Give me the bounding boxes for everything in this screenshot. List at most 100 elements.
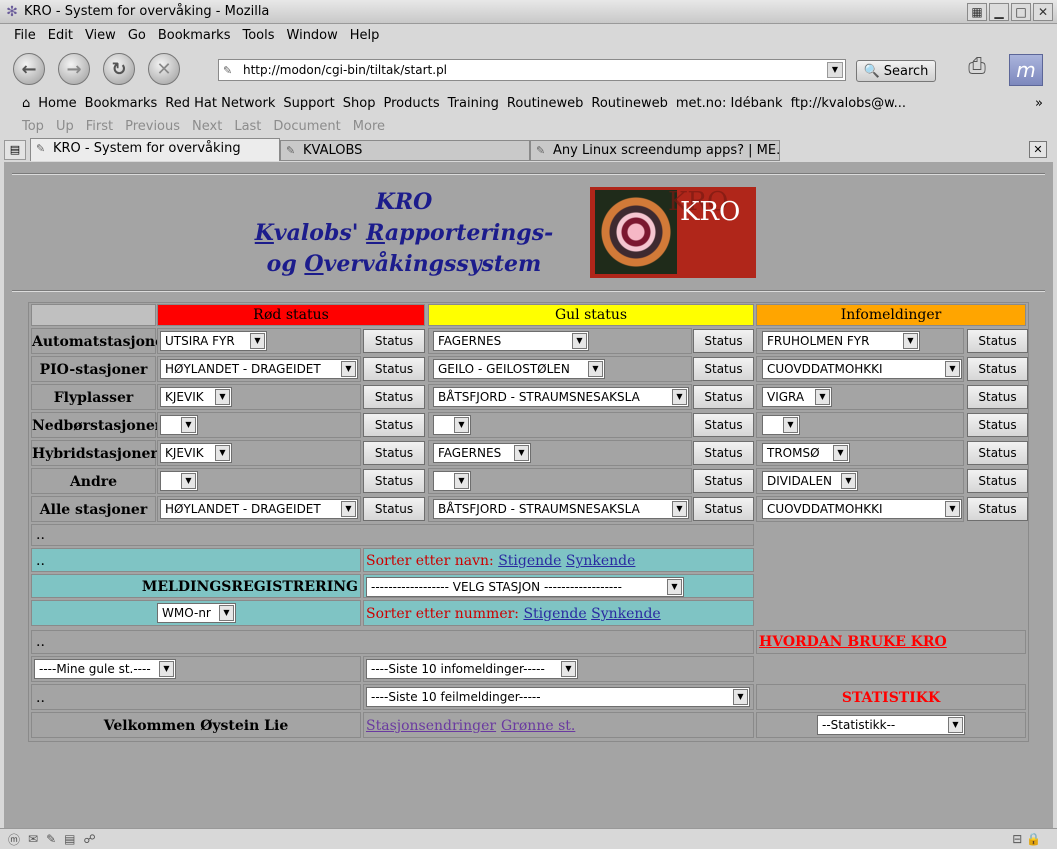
irc-icon[interactable]: ☍: [83, 832, 95, 846]
addressbook-icon[interactable]: ▤: [64, 832, 75, 846]
info-station-select[interactable]: DIVIDALEN ▼: [762, 471, 858, 491]
shade-icon[interactable]: ▦: [967, 3, 987, 21]
menu-help[interactable]: Help: [350, 28, 380, 43]
status-button[interactable]: Status: [363, 497, 425, 521]
menu-edit[interactable]: Edit: [48, 28, 73, 43]
navigator-icon[interactable]: ⓜ: [8, 831, 20, 848]
menu-file[interactable]: File: [14, 28, 36, 43]
close-tab-icon[interactable]: ✕: [1029, 141, 1047, 158]
minimize-icon[interactable]: ▁: [989, 3, 1009, 21]
red-station-select[interactable]: HØYLANDET - DRAGEIDET ▼: [160, 499, 358, 519]
red-station-select[interactable]: UTSIRA FYR ▼: [160, 331, 267, 351]
velg-stasjon-select[interactable]: ------------------ VELG STASJON --------…: [366, 577, 684, 597]
stasjonsendringer-link[interactable]: Stasjonsendringer: [366, 716, 496, 736]
menu-go[interactable]: Go: [128, 28, 146, 43]
bookmark-idebank[interactable]: met.no: Idébank: [676, 96, 783, 111]
red-station-select[interactable]: KJEVIK ▼: [160, 443, 232, 463]
red-station-select[interactable]: ▼: [160, 415, 198, 435]
statistikk-select[interactable]: --Statistikk-- ▼: [817, 715, 965, 735]
status-button[interactable]: Status: [693, 441, 754, 465]
status-button[interactable]: Status: [363, 357, 425, 381]
status-button[interactable]: Status: [693, 329, 754, 353]
forward-button[interactable]: →: [58, 53, 90, 85]
status-button[interactable]: Status: [363, 469, 425, 493]
status-button[interactable]: Status: [967, 385, 1028, 409]
sitenav-top[interactable]: Top: [22, 119, 44, 134]
yellow-station-select[interactable]: ▼: [433, 415, 471, 435]
red-station-select[interactable]: HØYLANDET - DRAGEIDET ▼: [160, 359, 358, 379]
bookmark-ftp[interactable]: ftp://kvalobs@w...: [791, 96, 906, 111]
bookmark-home[interactable]: Home: [38, 96, 76, 111]
print-button[interactable]: ⎙: [957, 54, 997, 86]
sort-name-asc-link[interactable]: Stigende: [498, 553, 561, 569]
sitenav-next[interactable]: Next: [192, 119, 222, 134]
yellow-station-select[interactable]: GEILO - GEILOSTØLEN ▼: [433, 359, 605, 379]
status-button[interactable]: Status: [363, 385, 425, 409]
tab-kvalobs[interactable]: ✎ KVALOBS: [280, 140, 530, 161]
yellow-station-select[interactable]: FAGERNES ▼: [433, 443, 531, 463]
maximize-icon[interactable]: □: [1011, 3, 1031, 21]
sitenav-document[interactable]: Document: [273, 119, 340, 134]
mine-gule-select[interactable]: ----Mine gule st.---- ▼: [34, 659, 176, 679]
mail-icon[interactable]: ✉: [28, 832, 38, 846]
red-station-select[interactable]: ▼: [160, 471, 198, 491]
yellow-station-select[interactable]: BÅTSFJORD - STRAUMSNESAKSLA ▼: [433, 387, 689, 407]
status-button[interactable]: Status: [693, 385, 754, 409]
new-tab-icon[interactable]: ▤: [4, 140, 26, 160]
hvordan-bruke-kro-link[interactable]: HVORDAN BRUKE KRO: [759, 632, 947, 652]
status-button[interactable]: Status: [693, 413, 754, 437]
sort-number-asc-link[interactable]: Stigende: [523, 606, 586, 622]
status-button[interactable]: Status: [693, 357, 754, 381]
sitenav-first[interactable]: First: [86, 119, 113, 134]
status-button[interactable]: Status: [693, 469, 754, 493]
status-button[interactable]: Status: [363, 329, 425, 353]
info-station-select[interactable]: VIGRA ▼: [762, 387, 832, 407]
bookmark-routineweb-1[interactable]: Routineweb: [507, 96, 583, 111]
menu-window[interactable]: Window: [287, 28, 338, 43]
yellow-station-select[interactable]: FAGERNES ▼: [433, 331, 589, 351]
reload-button[interactable]: ↻: [103, 53, 135, 85]
info-station-select[interactable]: CUOVDDATMOHKKI ▼: [762, 359, 962, 379]
sitenav-last[interactable]: Last: [234, 119, 261, 134]
siste-info-select[interactable]: ----Siste 10 infomeldinger----- ▼: [366, 659, 578, 679]
status-button[interactable]: Status: [363, 441, 425, 465]
info-station-select[interactable]: CUOVDDATMOHKKI ▼: [762, 499, 962, 519]
sitenav-up[interactable]: Up: [56, 119, 74, 134]
tab-linux[interactable]: ✎ Any Linux screendump apps? | ME...: [530, 140, 780, 161]
info-station-select[interactable]: ▼: [762, 415, 800, 435]
bookmark-redhat[interactable]: Red Hat Network: [165, 96, 275, 111]
info-station-select[interactable]: TROMSØ ▼: [762, 443, 850, 463]
status-button[interactable]: Status: [967, 441, 1028, 465]
status-button[interactable]: Status: [967, 357, 1028, 381]
sitenav-previous[interactable]: Previous: [125, 119, 180, 134]
menu-tools[interactable]: Tools: [242, 28, 274, 43]
red-station-select[interactable]: KJEVIK ▼: [160, 387, 232, 407]
yellow-station-select[interactable]: BÅTSFJORD - STRAUMSNESAKSLA ▼: [433, 499, 689, 519]
bookmark-routineweb-2[interactable]: Routineweb: [591, 96, 667, 111]
siste-feil-select[interactable]: ----Siste 10 feilmeldinger----- ▼: [366, 687, 750, 707]
bookmark-shop[interactable]: Shop: [343, 96, 376, 111]
info-station-select[interactable]: FRUHOLMEN FYR ▼: [762, 331, 920, 351]
bookmark-training[interactable]: Training: [448, 96, 499, 111]
stop-button[interactable]: ✕: [148, 53, 180, 85]
status-button[interactable]: Status: [363, 413, 425, 437]
wmo-select[interactable]: WMO-nr ▼: [157, 603, 236, 623]
status-button[interactable]: Status: [967, 469, 1028, 493]
close-icon[interactable]: ✕: [1033, 3, 1053, 21]
status-button[interactable]: Status: [967, 329, 1028, 353]
bookmark-support[interactable]: Support: [283, 96, 334, 111]
url-bar[interactable]: ✎ http://modon/cgi-bin/tiltak/start.pl ▼: [218, 59, 846, 81]
status-button[interactable]: Status: [693, 497, 754, 521]
tab-kro[interactable]: ✎ KRO - System for overvåking: [30, 138, 280, 161]
search-button[interactable]: 🔍 Search: [856, 60, 936, 82]
composer-icon[interactable]: ✎: [46, 832, 56, 846]
yellow-station-select[interactable]: ▼: [433, 471, 471, 491]
chevron-more-icon[interactable]: »: [1035, 96, 1043, 111]
sort-number-desc-link[interactable]: Synkende: [591, 606, 661, 622]
bookmark-bookmarks[interactable]: Bookmarks: [85, 96, 158, 111]
sort-name-desc-link[interactable]: Synkende: [566, 553, 636, 569]
back-button[interactable]: ←: [13, 53, 45, 85]
gronne-st-link[interactable]: Grønne st.: [501, 716, 575, 736]
url-dropdown-icon[interactable]: ▼: [827, 62, 843, 78]
sitenav-more[interactable]: More: [353, 119, 385, 134]
